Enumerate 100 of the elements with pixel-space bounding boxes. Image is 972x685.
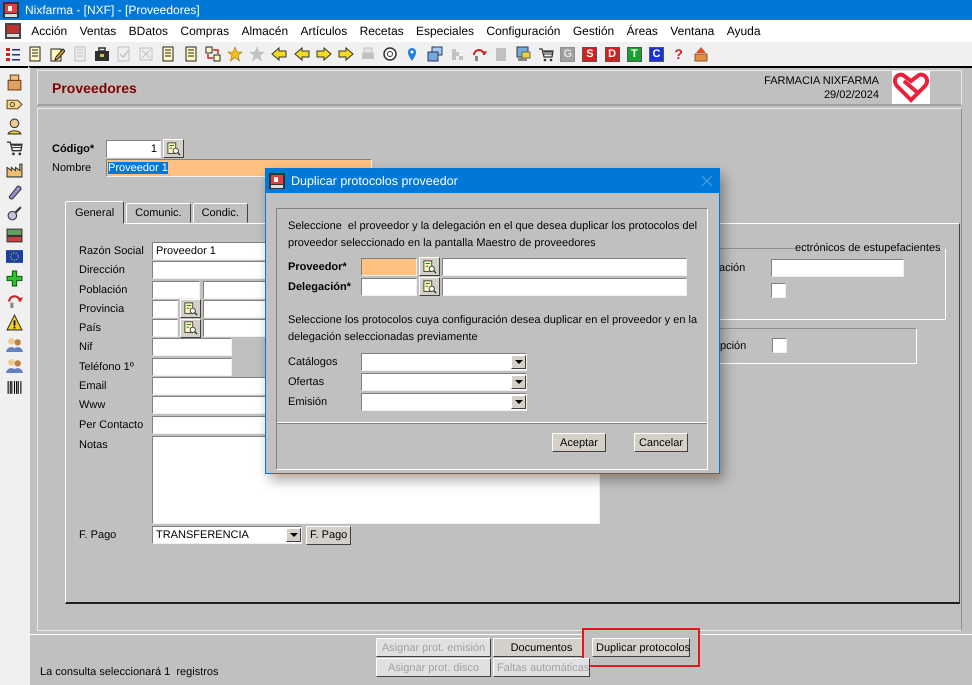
input-field[interactable]: [442, 278, 687, 296]
input-field[interactable]: [152, 377, 266, 396]
pill-icon[interactable]: [6, 182, 22, 200]
tab[interactable]: Condic.: [192, 203, 248, 223]
input-field[interactable]: Proveedor 1: [152, 242, 266, 260]
window-title: Nixfarma - [NXF] - [Proveedores]: [25, 3, 200, 17]
field-label: Código*: [52, 142, 96, 154]
input-field[interactable]: [203, 280, 266, 299]
factory-icon[interactable]: [6, 161, 22, 178]
menu-item[interactable]: Gestión: [566, 24, 620, 38]
search-document-icon: [422, 280, 436, 294]
input-field[interactable]: [361, 278, 417, 296]
input-field[interactable]: [152, 338, 232, 356]
field-label: Www: [79, 399, 106, 412]
edit-icon[interactable]: [49, 46, 66, 62]
caret-icon: [514, 400, 522, 404]
dialog-button[interactable]: Cancelar: [634, 433, 688, 452]
list-icon[interactable]: [5, 46, 22, 62]
cart-icon[interactable]: [6, 139, 22, 156]
company-name: FARMACIA NIXFARMA: [764, 74, 879, 88]
menu-item[interactable]: Artículos: [294, 24, 354, 38]
letter-icon[interactable]: S: [582, 46, 598, 62]
menu-item[interactable]: Ventana: [664, 24, 721, 38]
cart-icon[interactable]: [538, 46, 554, 62]
lookup-button[interactable]: [419, 277, 440, 296]
stack-icon[interactable]: [426, 46, 443, 62]
app-icon: [269, 173, 285, 189]
document-icon[interactable]: [27, 46, 44, 62]
field-label: Notas: [79, 438, 109, 451]
field-label: Emisión: [288, 396, 328, 408]
input-field[interactable]: [152, 416, 266, 434]
menu-item[interactable]: Configuración: [480, 24, 567, 38]
menu-item[interactable]: Especiales: [410, 24, 480, 38]
menu-item[interactable]: Acción: [25, 24, 74, 38]
dialog-title: Duplicar protocolos proveedor: [291, 174, 458, 188]
menu-item[interactable]: Recetas: [353, 24, 410, 38]
letter-icon[interactable]: C: [649, 46, 664, 62]
input-field[interactable]: [152, 396, 266, 414]
input-field[interactable]: [361, 258, 417, 276]
lookup-button[interactable]: [163, 139, 184, 158]
arrow-left-icon[interactable]: [271, 46, 288, 62]
lookup-button[interactable]: [180, 318, 201, 338]
plus-icon[interactable]: [6, 270, 22, 288]
menu-item[interactable]: Ventas: [73, 24, 122, 38]
menu-item[interactable]: Ayuda: [720, 24, 767, 38]
menu-item[interactable]: BDatos: [122, 24, 174, 38]
dropdown[interactable]: [361, 372, 527, 390]
menu-item[interactable]: Almacén: [235, 24, 294, 38]
upload-icon[interactable]: [692, 46, 709, 62]
document-icon[interactable]: [182, 46, 199, 62]
monitor-icon[interactable]: [515, 46, 532, 62]
people-icon[interactable]: [6, 357, 22, 374]
swap-icon[interactable]: [204, 46, 221, 62]
field-label: Razón Social: [79, 245, 145, 257]
arrow-left-icon[interactable]: [294, 46, 310, 62]
field-label: Email: [79, 380, 108, 392]
help-icon[interactable]: ?: [672, 46, 686, 62]
dialog-button[interactable]: Aceptar: [552, 433, 606, 452]
tab[interactable]: General: [65, 201, 124, 224]
input-field[interactable]: [152, 319, 178, 338]
person-icon[interactable]: [6, 118, 22, 135]
warning-icon[interactable]: [6, 314, 22, 331]
menu-item[interactable]: Áreas: [620, 24, 664, 38]
briefcase-icon[interactable]: [94, 46, 110, 62]
document-icon[interactable]: [160, 46, 176, 62]
lookup-button[interactable]: [419, 257, 440, 276]
field-label: Delegación*: [288, 280, 352, 292]
input-field[interactable]: [152, 280, 200, 299]
arrow-right-icon[interactable]: [338, 46, 354, 62]
input-field[interactable]: [152, 261, 266, 280]
group-title: ectrónicos de estupefacientes: [795, 242, 942, 254]
app-icon[interactable]: [5, 23, 21, 39]
instruction-text: Seleccione los protocolos cuya configuración desea duplicar en el proveedor y en la delegación seleccionadas previamente: [288, 313, 698, 345]
input-field[interactable]: [152, 358, 232, 376]
dropdown[interactable]: TRANSFERENCIA: [152, 526, 302, 544]
tab[interactable]: Comunic.: [126, 203, 191, 223]
input-field[interactable]: [203, 300, 266, 318]
input-field[interactable]: [442, 258, 687, 276]
star-icon[interactable]: [226, 46, 243, 62]
people-icon[interactable]: [6, 336, 22, 353]
field-label: Dirección: [79, 264, 126, 276]
letter-icon[interactable]: D: [604, 46, 620, 62]
lookup-button[interactable]: [180, 299, 201, 318]
input-field[interactable]: [152, 300, 178, 318]
code-field[interactable]: 1: [106, 140, 161, 158]
input-field[interactable]: [771, 258, 904, 276]
checkbox[interactable]: [771, 283, 786, 298]
input-field[interactable]: [203, 319, 266, 338]
caret-icon: [514, 380, 522, 384]
arrow-right-icon[interactable]: [316, 46, 332, 62]
refresh-icon[interactable]: [471, 46, 488, 62]
checkbox[interactable]: [772, 338, 787, 353]
payment-button[interactable]: F. Pago: [306, 526, 352, 545]
page-title: Proveedores: [52, 80, 137, 96]
field-label: Per Contacto: [79, 418, 144, 431]
dropdown[interactable]: [361, 392, 527, 410]
barcode-icon[interactable]: [6, 379, 22, 396]
dropdown[interactable]: [361, 352, 527, 370]
menu-item[interactable]: Compras: [174, 24, 236, 38]
flag-icon[interactable]: [6, 248, 22, 266]
